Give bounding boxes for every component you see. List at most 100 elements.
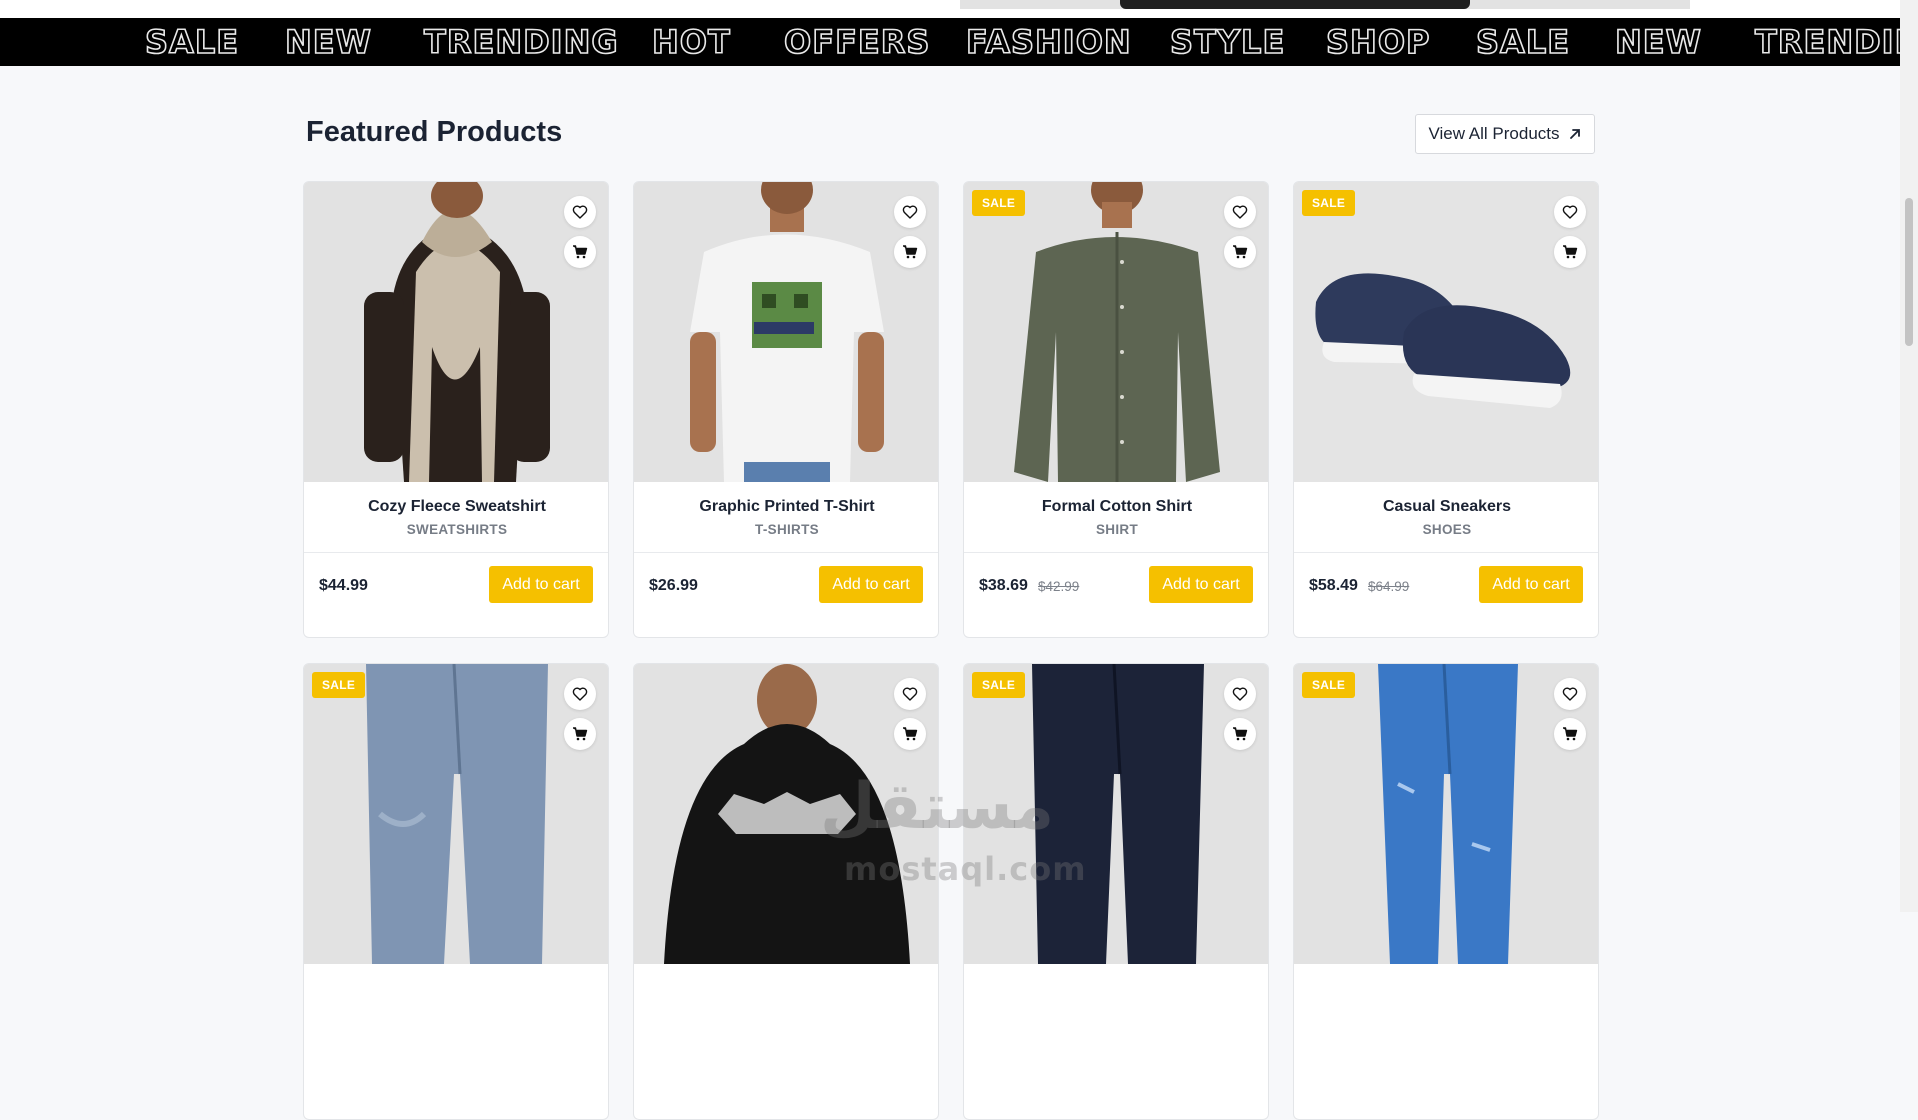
product-category: SHOES — [1422, 522, 1472, 537]
add-to-cart-button[interactable]: Add to cart — [489, 566, 593, 603]
marquee-word: STYLE — [1169, 22, 1286, 62]
wishlist-button[interactable] — [1554, 196, 1586, 228]
add-to-cart-button[interactable]: Add to cart — [819, 566, 923, 603]
product-name[interactable]: Casual Sneakers — [1294, 498, 1598, 516]
wishlist-button[interactable] — [894, 678, 926, 710]
product-price: $38.69 — [979, 577, 1028, 594]
cart-icon — [1233, 245, 1248, 259]
wishlist-button[interactable] — [1224, 678, 1256, 710]
cart-icon — [1563, 727, 1578, 741]
arrow-up-right-icon — [1569, 129, 1580, 139]
marquee-word: TRENDING — [423, 22, 619, 62]
blue-jeans-image — [1294, 664, 1598, 964]
sale-badge: SALE — [312, 672, 366, 698]
sale-badge: SALE — [1302, 672, 1356, 698]
page-scrollbar[interactable] — [1900, 0, 1918, 912]
card-divider — [304, 552, 608, 553]
quick-add-cart-button[interactable] — [1224, 718, 1256, 750]
marquee-word: NEW — [284, 22, 372, 62]
shirt-image — [964, 182, 1268, 482]
sneakers-image — [1294, 182, 1598, 482]
product-old-price: $42.99 — [1038, 579, 1080, 594]
black-hoodie-image — [634, 664, 938, 964]
hero-image-edge — [1120, 0, 1470, 9]
product-price: $26.99 — [649, 577, 698, 594]
add-to-cart-button[interactable]: Add to cart — [1149, 566, 1253, 603]
view-all-label: View All Products — [1428, 124, 1560, 143]
heart-icon — [572, 205, 588, 219]
heart-icon — [1562, 687, 1578, 701]
quick-add-cart-button[interactable] — [564, 718, 596, 750]
quick-add-cart-button[interactable] — [894, 236, 926, 268]
quick-add-cart-button[interactable] — [894, 718, 926, 750]
cart-icon — [903, 727, 918, 741]
product-category: SHIRT — [1096, 522, 1138, 537]
cart-icon — [1563, 245, 1578, 259]
view-all-products-button[interactable]: View All Products — [1415, 114, 1595, 154]
wishlist-button[interactable] — [1224, 196, 1256, 228]
quick-add-cart-button[interactable] — [1224, 236, 1256, 268]
heart-icon — [572, 687, 588, 701]
top-strip — [0, 0, 1900, 18]
heart-icon — [1232, 205, 1248, 219]
product-price: $58.49 — [1309, 577, 1358, 594]
cart-icon — [903, 245, 918, 259]
marquee-banner: SALE NEW TRENDING HOT OFFERS FASHION STY… — [0, 18, 1900, 66]
product-card[interactable]: SALE Formal Cotton Shirt SHIRT $38.69 $4… — [963, 181, 1269, 638]
dark-jeans-image — [964, 664, 1268, 964]
sale-badge: SALE — [972, 190, 1026, 216]
product-card[interactable]: Cozy Fleece Sweatshirt SWEATSHIRTS $44.9… — [303, 181, 609, 638]
product-card[interactable]: SALE — [963, 663, 1269, 1120]
section-title: Featured Products — [306, 116, 563, 148]
product-category: T-SHIRTS — [755, 522, 819, 537]
quick-add-cart-button[interactable] — [1554, 236, 1586, 268]
product-image[interactable] — [634, 664, 938, 964]
jeans-image — [304, 664, 608, 964]
product-name[interactable]: Formal Cotton Shirt — [964, 498, 1268, 516]
product-card[interactable]: SALE — [303, 663, 609, 1120]
scrollbar-thumb[interactable] — [1905, 198, 1913, 346]
card-divider — [1294, 552, 1598, 553]
quick-add-cart-button[interactable] — [1554, 718, 1586, 750]
heart-icon — [902, 687, 918, 701]
heart-icon — [902, 205, 918, 219]
wishlist-button[interactable] — [1554, 678, 1586, 710]
marquee-word: SALE — [1475, 22, 1571, 62]
product-image[interactable] — [304, 182, 608, 482]
marquee-word: HOT — [651, 22, 731, 62]
product-image[interactable] — [964, 664, 1268, 964]
wishlist-button[interactable] — [894, 196, 926, 228]
product-image[interactable] — [634, 182, 938, 482]
product-name[interactable]: Graphic Printed T-Shirt — [634, 498, 938, 516]
marquee-word: SHOP — [1325, 22, 1431, 62]
heart-icon — [1562, 205, 1578, 219]
add-to-cart-button[interactable]: Add to cart — [1479, 566, 1583, 603]
marquee-word: NEW — [1614, 22, 1702, 62]
product-name[interactable]: Cozy Fleece Sweatshirt — [304, 498, 608, 516]
tshirt-image — [634, 182, 938, 482]
sale-badge: SALE — [972, 672, 1026, 698]
hoodie-image — [304, 182, 608, 482]
product-image[interactable] — [964, 182, 1268, 482]
heart-icon — [1232, 687, 1248, 701]
marquee-word: FASHION — [965, 22, 1132, 62]
marquee-word: TRENDING — [1754, 22, 1900, 62]
product-image[interactable] — [1294, 182, 1598, 482]
product-card[interactable]: SALE Casual Sneakers SHOES $58.49 $64.99… — [1293, 181, 1599, 638]
cart-icon — [1233, 727, 1248, 741]
quick-add-cart-button[interactable] — [564, 236, 596, 268]
product-image[interactable] — [304, 664, 608, 964]
product-card[interactable]: SALE — [1293, 663, 1599, 1120]
product-category: SWEATSHIRTS — [406, 522, 508, 537]
product-card[interactable]: Graphic Printed T-Shirt T-SHIRTS $26.99 … — [633, 181, 939, 638]
product-old-price: $64.99 — [1368, 579, 1410, 594]
product-card[interactable] — [633, 663, 939, 1120]
sale-badge: SALE — [1302, 190, 1356, 216]
cart-icon — [573, 727, 588, 741]
marquee-word: SALE — [144, 22, 240, 62]
wishlist-button[interactable] — [564, 196, 596, 228]
card-divider — [964, 552, 1268, 553]
wishlist-button[interactable] — [564, 678, 596, 710]
product-image[interactable] — [1294, 664, 1598, 964]
card-divider — [634, 552, 938, 553]
